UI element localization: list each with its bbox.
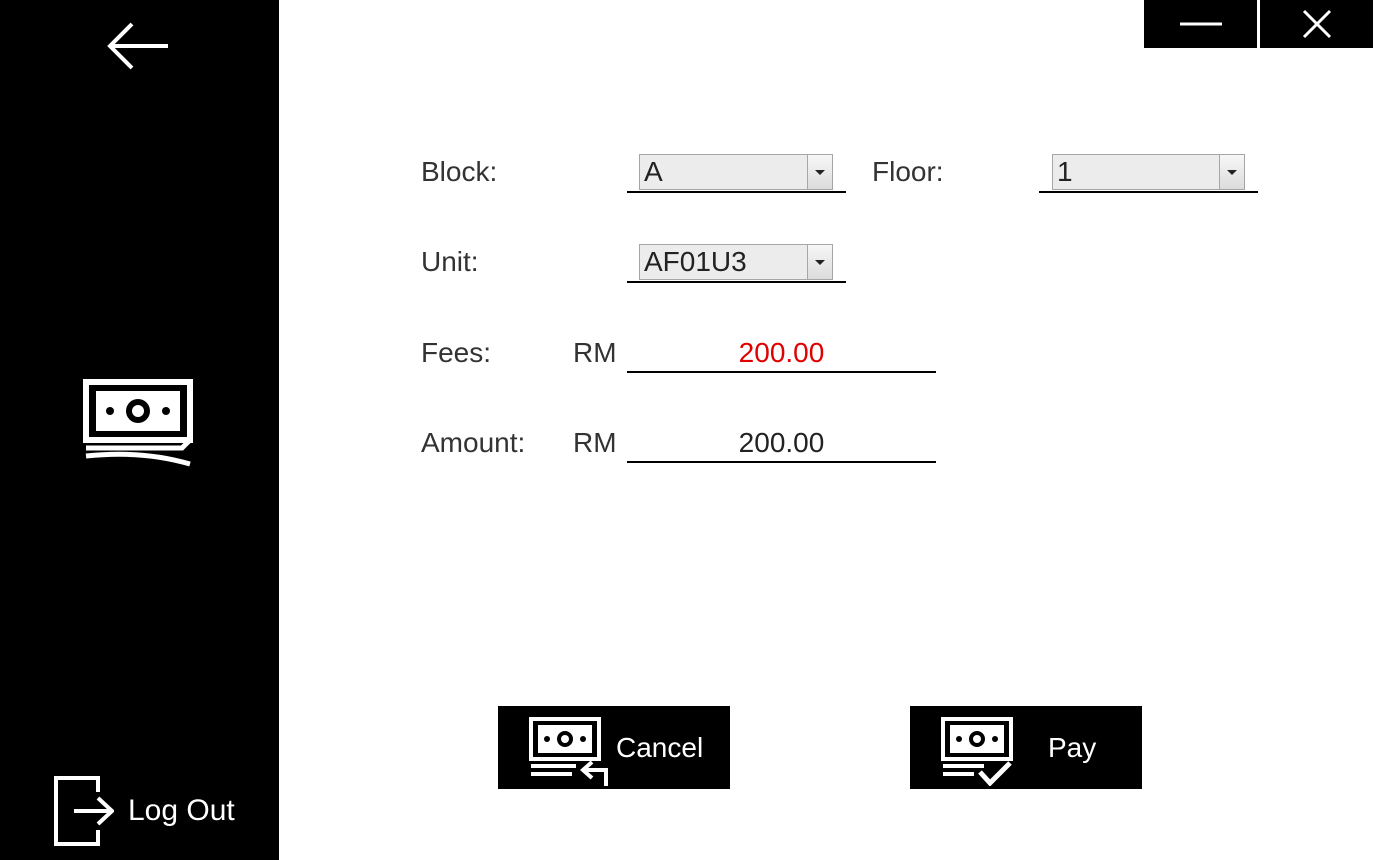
close-icon (1302, 9, 1332, 39)
cancel-button[interactable]: Cancel (498, 706, 730, 789)
unit-dropdown[interactable]: AF01U3 (639, 244, 833, 280)
fees-underline (627, 371, 936, 373)
pay-label: Pay (1048, 732, 1097, 763)
chevron-down-icon[interactable] (1219, 155, 1244, 189)
block-dropdown[interactable]: A (639, 154, 833, 190)
money-icon (82, 378, 194, 468)
back-arrow-icon (107, 22, 168, 70)
logout-label: Log Out (128, 794, 235, 827)
floor-dropdown-value: 1 (1057, 156, 1073, 187)
money-return-icon (529, 717, 608, 786)
floor-underline (1039, 191, 1258, 193)
block-underline (627, 191, 846, 193)
back-button[interactable] (100, 16, 176, 76)
sidebar: Log Out (0, 0, 279, 860)
money-check-icon (941, 717, 1013, 786)
close-button[interactable] (1260, 0, 1373, 48)
amount-underline (627, 461, 936, 463)
amount-label: Amount: (421, 427, 526, 458)
fees-value: 200.00 (738, 337, 825, 368)
unit-underline (627, 281, 846, 283)
cancel-label: Cancel (616, 732, 704, 763)
unit-dropdown-value: AF01U3 (644, 246, 747, 277)
fees-currency: RM (573, 337, 617, 368)
amount-input[interactable]: 200.00 (627, 425, 936, 461)
block-label: Block: (421, 156, 498, 187)
amount-currency: RM (573, 427, 617, 458)
logout-icon (54, 776, 114, 846)
minimize-icon (1180, 22, 1222, 26)
logout-button[interactable]: Log Out (52, 776, 235, 846)
minimize-button[interactable] (1144, 0, 1257, 48)
chevron-down-icon[interactable] (807, 245, 832, 279)
unit-label: Unit: (421, 246, 479, 277)
floor-label: Floor: (872, 156, 944, 187)
fees-label: Fees: (421, 337, 492, 368)
pay-button[interactable]: Pay (910, 706, 1142, 789)
block-dropdown-value: A (644, 156, 663, 187)
floor-dropdown[interactable]: 1 (1052, 154, 1245, 190)
chevron-down-icon[interactable] (807, 155, 832, 189)
